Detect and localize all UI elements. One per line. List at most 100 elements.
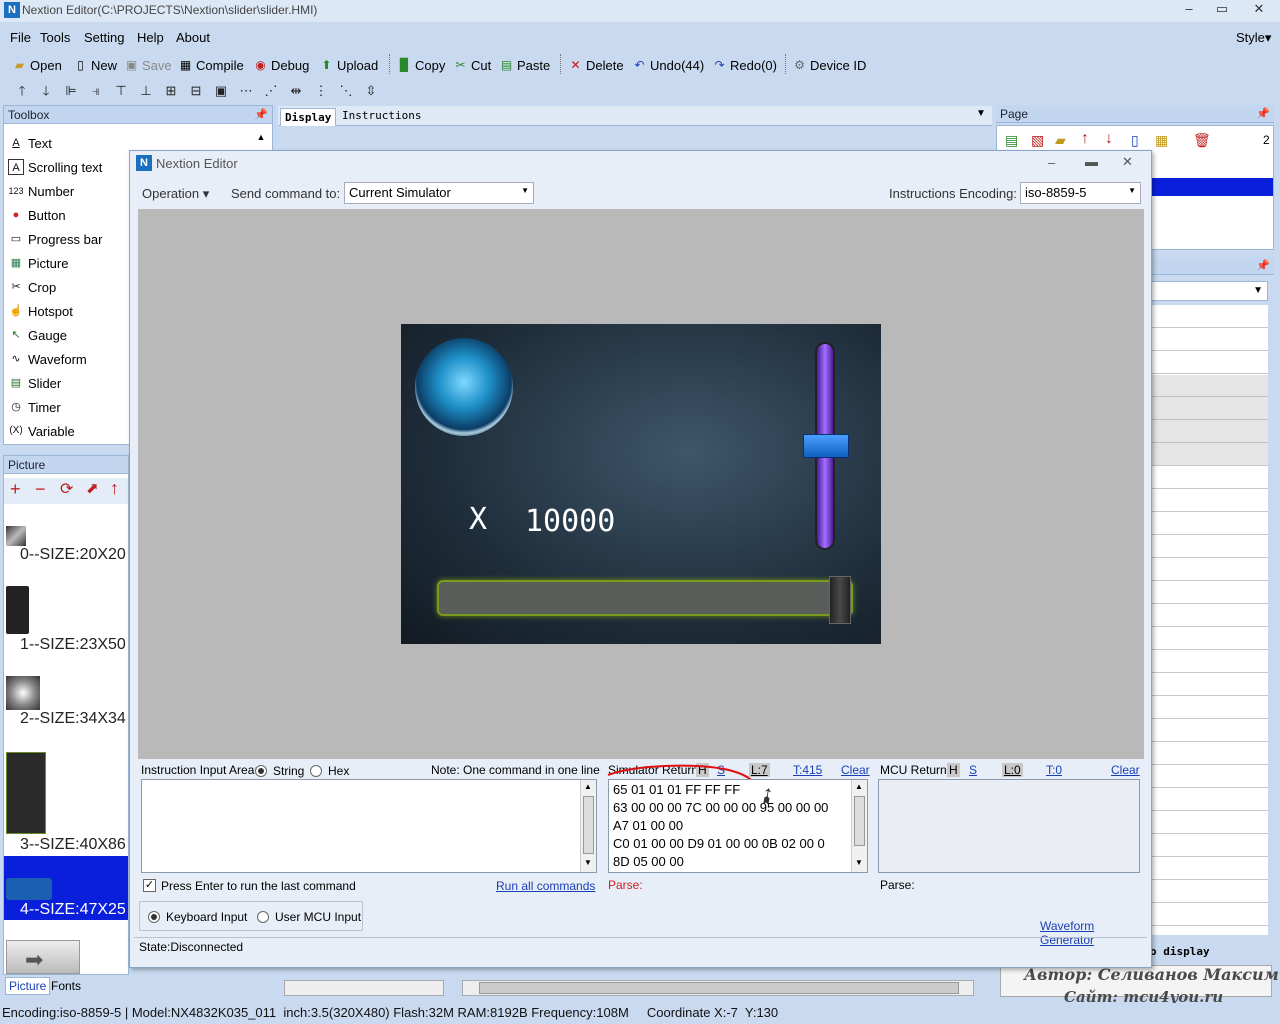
toolbox-item-slider[interactable]: ▤ Slider [8, 372, 61, 394]
hex-radio[interactable] [310, 765, 322, 777]
remove-icon[interactable]: − [35, 479, 46, 500]
attribute-select[interactable]: ▼ [1150, 281, 1268, 301]
tab-picture[interactable]: Picture [5, 977, 51, 995]
distribute-v-icon[interactable]: ⋮ [312, 82, 330, 100]
device-id-button[interactable]: ⚙ Device ID [792, 55, 866, 75]
menu-setting[interactable]: Setting [84, 30, 124, 45]
delete-page-icon[interactable]: ▧ [1031, 132, 1044, 149]
cut-button[interactable]: ✂ Cut [453, 55, 491, 75]
mcu-return-output[interactable] [878, 779, 1140, 873]
picture-item-4-selected[interactable]: 4--SIZE:47X25 [4, 856, 128, 920]
same-size-icon[interactable]: ▣ [212, 82, 230, 100]
save-button[interactable]: ▣ Save [124, 55, 172, 75]
mcu-string-toggle[interactable]: S [969, 763, 977, 777]
align-center-v-icon[interactable]: ⊟ [187, 82, 205, 100]
sim-return-scrollbar[interactable]: ▲ ▼ [851, 780, 867, 872]
dialog-minimize-button[interactable]: ‒ [1048, 155, 1055, 170]
distribute-h2-icon[interactable]: ⋰ [262, 82, 280, 100]
picture-thumb-2[interactable] [6, 676, 40, 710]
encoding-select[interactable]: iso-8859-5 ▼ [1020, 182, 1141, 204]
press-enter-checkbox[interactable]: ✓ [143, 879, 156, 892]
simulator-return-output[interactable]: 65 01 01 01 FF FF FF 63 00 00 00 7C 00 0… [608, 779, 868, 873]
pin-icon[interactable]: 📌 [1256, 105, 1270, 123]
move-up-icon[interactable]: ↑ [110, 478, 119, 499]
export-icon[interactable]: ⬈ [86, 479, 99, 497]
spacing-h-icon[interactable]: ⇹ [287, 82, 305, 100]
run-all-commands-link[interactable]: Run all commands [496, 879, 595, 893]
replace-icon[interactable]: ⟳ [60, 479, 73, 499]
toolbox-item-hotspot[interactable]: ☝ Hotspot [8, 300, 73, 322]
align-right-icon[interactable]: ⫣ [87, 82, 105, 100]
distribute-v2-icon[interactable]: ⋱ [337, 82, 355, 100]
new-button[interactable]: ▯ New [73, 55, 117, 75]
toolbox-item-variable[interactable]: (X) Variable [8, 420, 74, 442]
compile-button[interactable]: ▦ Compile [178, 55, 244, 75]
align-left-icon[interactable]: ⊫ [62, 82, 80, 100]
toolbox-item-timer[interactable]: ◷ Timer [8, 396, 61, 418]
menu-about[interactable]: About [176, 30, 210, 45]
distribute-h-icon[interactable]: ⋯ [237, 82, 255, 100]
align-bottom-icon[interactable]: ⊥ [137, 82, 155, 100]
add-icon[interactable]: + [10, 479, 21, 500]
add-page-icon[interactable]: ▤ [1005, 132, 1018, 149]
horizontal-scrollbar-main[interactable] [462, 980, 974, 996]
delete-button[interactable]: ✕ Delete [568, 55, 623, 75]
trash-icon[interactable]: 🗑 [1193, 132, 1211, 149]
waveform-generator-link[interactable]: Waveform Generator [1040, 919, 1151, 947]
toolbox-item-picture[interactable]: ▦ Picture [8, 252, 69, 274]
debug-button[interactable]: ◉ Debug [253, 55, 309, 75]
toolbox-item-number[interactable]: 123 Number [8, 180, 74, 202]
keyboard-input-radio[interactable] [148, 911, 160, 923]
minimize-button[interactable]: ‒ [1173, 0, 1205, 20]
dialog-maximize-button[interactable]: ▬ [1085, 154, 1098, 169]
toolbox-item-crop[interactable]: ✂ Crop [8, 276, 56, 298]
upload-button[interactable]: ⬆ Upload [319, 55, 378, 75]
toolbox-item-gauge[interactable]: ↖ Gauge [8, 324, 67, 346]
instruction-input[interactable]: ▲ ▼ [141, 779, 597, 873]
page-down-icon[interactable]: ↓ [1105, 130, 1113, 148]
redo-button[interactable]: ↷ Redo(0) [712, 55, 777, 75]
tab-instructions[interactable]: Instructions [342, 109, 421, 122]
undo-button[interactable]: ↶ Undo(44) [632, 55, 704, 75]
send-command-select[interactable]: Current Simulator ▼ [344, 182, 534, 204]
horizontal-slider[interactable] [437, 576, 853, 624]
dialog-close-button[interactable]: ✕ [1122, 154, 1133, 170]
page-up-icon[interactable]: ↑ [1081, 130, 1089, 148]
operation-menu[interactable]: Operation ▾ [142, 186, 209, 202]
bring-up-icon[interactable]: 🡑 [13, 82, 31, 100]
copy-page-icon[interactable]: ▯ [1131, 132, 1139, 149]
toolbox-item-text[interactable]: A Text [8, 132, 52, 154]
vertical-slider-thumb[interactable] [803, 434, 849, 458]
toolbox-item-progress-bar[interactable]: ▭ Progress bar [8, 228, 103, 250]
align-top-icon[interactable]: ⊤ [112, 82, 130, 100]
horizontal-scrollbar-left[interactable] [284, 980, 444, 996]
bring-down-icon[interactable]: 🡓 [37, 82, 55, 100]
user-mcu-input-radio[interactable] [257, 911, 269, 923]
menu-tools[interactable]: Tools [40, 30, 70, 45]
insert-page-icon[interactable]: ▰ [1055, 132, 1066, 149]
spacing-v-icon[interactable]: ⇳ [362, 82, 380, 100]
menu-file[interactable]: File [10, 30, 31, 45]
pin-icon[interactable]: 📌 [1256, 257, 1270, 275]
toolbox-item-scrolling-text[interactable]: A Scrolling text [8, 156, 102, 178]
horizontal-slider-thumb[interactable] [829, 576, 851, 624]
maximize-button[interactable]: ▭ [1206, 0, 1238, 20]
picture-thumb-0[interactable] [6, 526, 26, 546]
round-button[interactable] [415, 338, 513, 436]
picture-thumb-1[interactable] [6, 586, 29, 634]
toolbox-item-waveform[interactable]: ∿ Waveform [8, 348, 86, 370]
import-page-icon[interactable]: ▦ [1155, 132, 1168, 149]
close-button[interactable]: ✕ [1243, 0, 1275, 20]
string-radio[interactable] [255, 765, 267, 777]
paste-button[interactable]: ▤ Paste [499, 55, 550, 75]
tab-fonts[interactable]: Fonts [48, 978, 84, 994]
picture-thumb-5[interactable]: ➡ [6, 940, 80, 974]
toolbox-item-button[interactable]: ● Button [8, 204, 66, 226]
pin-icon[interactable]: 📌 [254, 106, 268, 124]
picture-thumb-3[interactable] [6, 752, 46, 834]
copy-button[interactable]: ▉ Copy [397, 55, 445, 75]
instruction-scrollbar[interactable]: ▲ ▼ [580, 780, 596, 872]
menu-style[interactable]: Style▾ [1236, 30, 1271, 46]
tab-display[interactable]: Display [280, 108, 337, 126]
sim-clear-link[interactable]: Clear [841, 763, 870, 777]
